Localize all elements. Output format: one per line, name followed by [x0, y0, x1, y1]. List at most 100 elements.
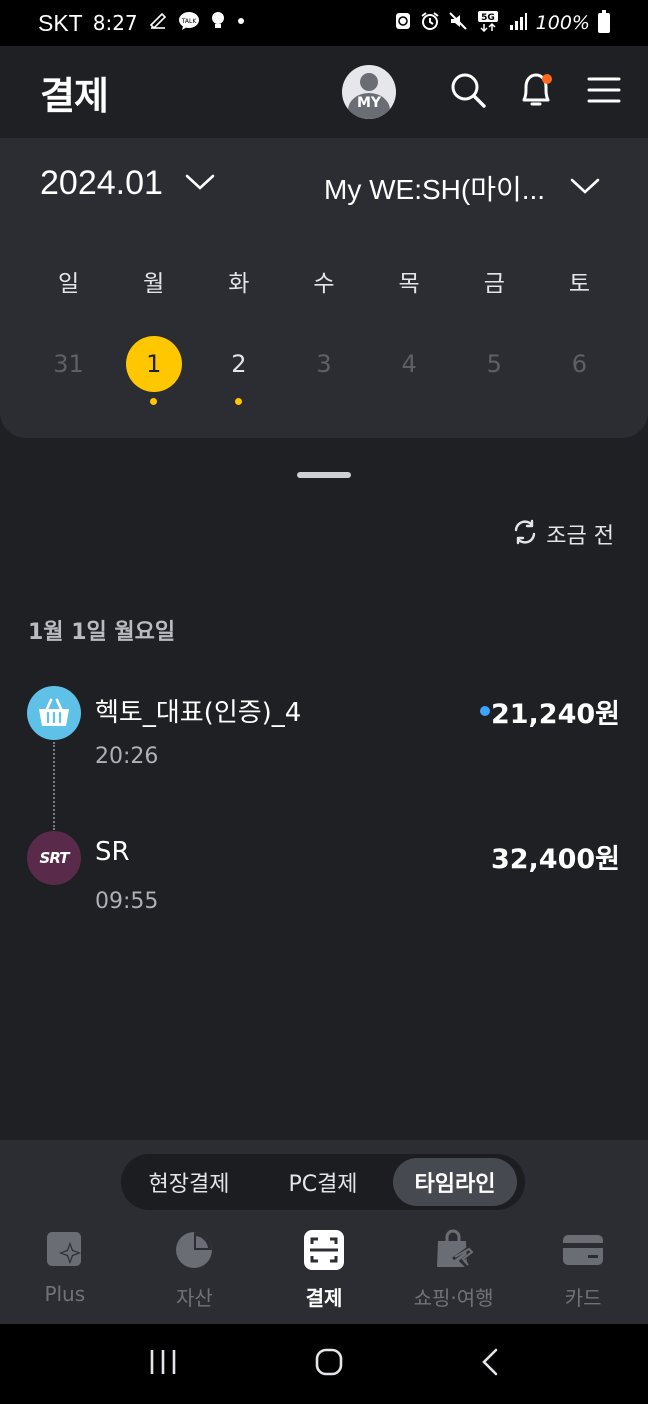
date-number: 1 — [125, 336, 182, 392]
refresh-label: 조금 전 — [546, 524, 614, 549]
back-icon[interactable] — [480, 1347, 500, 1381]
date-cell[interactable]: 5 — [452, 336, 537, 405]
scan-icon — [302, 1228, 346, 1272]
avatar[interactable]: MY — [342, 65, 396, 119]
tab-onsite-payment[interactable]: 현장결제 — [125, 1158, 253, 1206]
svg-text:TALK: TALK — [180, 18, 197, 25]
status-bar: SKT 8:27 TALK 5G 100% — [0, 0, 648, 46]
unread-dot — [480, 706, 490, 716]
battery-percent: 100% — [535, 12, 590, 34]
status-time: 8:27 — [92, 11, 138, 35]
card-selector[interactable]: My WE:SH(마이... — [324, 168, 600, 208]
transaction-item[interactable]: 헥토_대표(인증)_4 20:26 21,240원 — [0, 686, 648, 796]
weekday-label: 목 — [398, 271, 420, 297]
chevron-down-icon — [570, 177, 600, 199]
date-cell[interactable]: 3 — [281, 336, 366, 405]
payment-dot — [235, 398, 243, 405]
signal-icon — [508, 11, 528, 35]
page-title: 결제 — [40, 73, 109, 118]
day-group-header: 1월 1일 월요일 — [28, 620, 176, 645]
transaction-amount: 21,240원 — [490, 699, 620, 730]
date-cell[interactable]: 31 — [26, 336, 111, 405]
alarm-icon — [420, 11, 440, 35]
date-number: 2 — [231, 350, 247, 378]
nav-label: 자산 — [175, 1286, 213, 1310]
nav-item-card[interactable]: 카드 — [518, 1228, 648, 1324]
screenshot-icon — [148, 11, 168, 35]
weekday-label: 수 — [313, 271, 335, 297]
weekday-label: 일 — [57, 271, 80, 297]
search-icon — [449, 71, 487, 113]
home-icon[interactable] — [314, 1347, 344, 1381]
shopping-basket-icon — [27, 686, 81, 740]
weekday-label: 토 — [568, 271, 590, 297]
shopping-travel-icon — [432, 1228, 476, 1272]
srt-logo: SRT — [27, 831, 81, 885]
bottom-nav: Plus 자산 결제 쇼핑·여행 카드 — [0, 1228, 648, 1324]
weekday-label: 화 — [228, 271, 250, 297]
bulb-icon — [210, 11, 226, 35]
card-icon — [561, 1228, 605, 1272]
date-number: 5 — [486, 350, 502, 378]
month-label: 2024.01 — [40, 164, 163, 202]
tab-pc-payment[interactable]: PC결제 — [253, 1158, 393, 1206]
transaction-item[interactable]: SRT SR 09:55 32,400원 — [0, 831, 648, 941]
menu-button[interactable] — [580, 68, 628, 116]
date-number: 4 — [401, 350, 417, 378]
recent-apps-icon[interactable] — [148, 1348, 178, 1380]
date-number: 6 — [571, 350, 588, 378]
weekday-label: 월 — [143, 271, 165, 297]
pie-chart-icon — [172, 1228, 216, 1272]
date-cell[interactable]: 6 — [537, 336, 622, 405]
chevron-down-icon — [185, 173, 215, 195]
nav-label: 쇼핑·여행 — [413, 1286, 494, 1310]
nav-label: Plus — [44, 1282, 86, 1306]
system-nav-bar — [0, 1324, 648, 1404]
avatar-label: MY — [356, 95, 382, 111]
payment-dot — [150, 398, 158, 405]
date-cell-selected[interactable]: 1 — [111, 336, 196, 405]
drag-handle[interactable] — [297, 472, 351, 478]
merchant-name: SR — [95, 837, 130, 867]
search-button[interactable] — [444, 68, 492, 116]
date-number: 3 — [316, 350, 332, 378]
nav-item-payment[interactable]: 결제 — [259, 1228, 389, 1324]
weekday-label: 금 — [483, 271, 505, 297]
recycle-icon — [394, 11, 412, 35]
tab-timeline[interactable]: 타임라인 — [393, 1158, 517, 1206]
date-cell[interactable]: 4 — [367, 336, 452, 405]
transaction-amount: 32,400원 — [490, 844, 620, 875]
dot-icon — [236, 11, 246, 35]
nav-item-assets[interactable]: 자산 — [130, 1228, 260, 1324]
bottom-area: 현장결제 PC결제 타임라인 Plus 자산 결제 쇼핑·여행 카드 — [0, 1140, 648, 1324]
battery-icon — [598, 10, 610, 33]
srt-logo-text: SRT — [39, 849, 70, 867]
refresh-button[interactable]: 조금 전 — [512, 518, 614, 550]
calendar-card: 2024.01 My WE:SH(마이... 일 월 화 수 목 금 토 31 … — [0, 138, 648, 438]
date-number: 31 — [53, 350, 84, 378]
notification-button[interactable] — [512, 68, 560, 116]
date-cell[interactable]: 2 — [196, 336, 281, 405]
nav-item-shopping-travel[interactable]: 쇼핑·여행 — [389, 1228, 519, 1324]
date-row: 31 1 2 3 4 5 6 — [26, 336, 622, 405]
mute-icon — [448, 11, 468, 35]
transaction-time: 09:55 — [95, 889, 159, 914]
network-5g-icon: 5G — [476, 10, 500, 36]
nav-label: 카드 — [564, 1286, 602, 1310]
top-header: 결제 MY — [0, 46, 648, 138]
carrier-label: SKT — [38, 9, 83, 36]
notification-dot — [542, 74, 552, 84]
menu-icon — [587, 75, 621, 109]
merchant-name: 헥토_대표(인증)_4 — [95, 698, 302, 728]
svg-text:5G: 5G — [481, 13, 495, 23]
sparkle-icon — [43, 1228, 87, 1272]
talk-icon: TALK — [178, 11, 200, 35]
refresh-icon — [512, 519, 538, 549]
transaction-time: 20:26 — [95, 744, 159, 769]
nav-label: 결제 — [305, 1286, 343, 1310]
month-selector[interactable]: 2024.01 — [40, 164, 215, 203]
card-selector-label: My WE:SH(마이... — [324, 174, 546, 205]
payment-mode-tabs: 현장결제 PC결제 타임라인 — [121, 1154, 525, 1210]
nav-item-plus[interactable]: Plus — [0, 1228, 130, 1324]
weekday-row: 일 월 화 수 목 금 토 — [26, 264, 622, 298]
